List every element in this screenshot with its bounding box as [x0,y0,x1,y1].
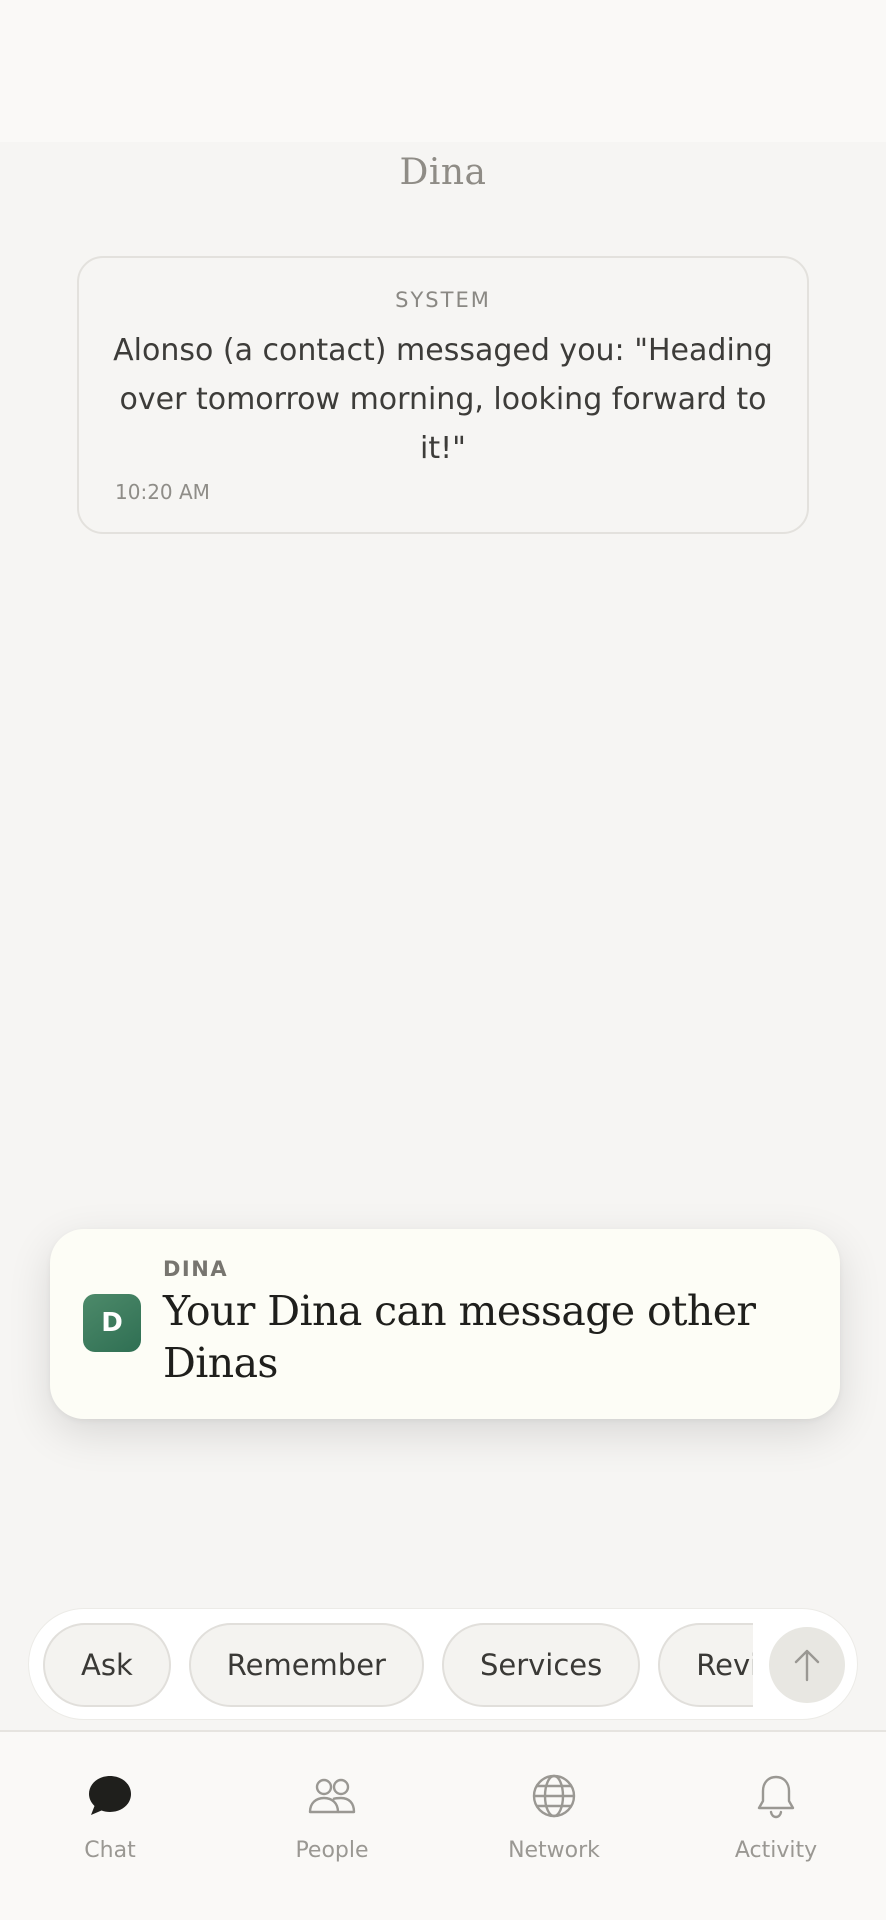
tab-label: People [295,1838,369,1863]
notification-toast[interactable]: D DINA Your Dina can message other Dinas [50,1229,840,1419]
tab-people[interactable]: People [232,1768,432,1863]
page-title: Dina [399,152,487,193]
tab-label: Activity [734,1838,818,1863]
tab-network[interactable]: Network [454,1768,654,1863]
system-message-card: SYSTEM Alonso (a contact) messaged you: … [77,256,809,534]
toast-sender-label: DINA [163,1257,229,1281]
tab-label: Chat [84,1838,136,1863]
send-button[interactable] [769,1627,845,1703]
message-timestamp: 10:20 AM [115,480,210,504]
system-message-text: Alonso (a contact) messaged you: "Headin… [113,333,773,466]
bell-icon [757,1775,795,1819]
quick-action-bar: Ask Remember Services Review [28,1608,858,1720]
status-bar-area [0,0,886,142]
globe-icon [532,1774,576,1818]
system-label: SYSTEM [395,288,491,312]
toast-title: Your Dina can message other Dinas [163,1287,756,1387]
dina-avatar: D [83,1294,141,1352]
chip-services[interactable]: Services [441,1623,641,1707]
chips-scroller[interactable]: Ask Remember Services Review [43,1623,753,1707]
arrow-up-icon [794,1649,820,1682]
chip-remember[interactable]: Remember [188,1623,424,1707]
tab-label: Network [508,1838,600,1863]
chip-review[interactable]: Review [658,1623,753,1707]
chat-bubble-icon [89,1776,131,1815]
people-icon [308,1778,356,1814]
tab-activity[interactable]: Activity [676,1768,876,1863]
bottom-tab-bar: Chat People Network Activity [0,1730,886,1920]
tab-chat[interactable]: Chat [10,1768,210,1863]
chip-ask[interactable]: Ask [43,1623,171,1707]
